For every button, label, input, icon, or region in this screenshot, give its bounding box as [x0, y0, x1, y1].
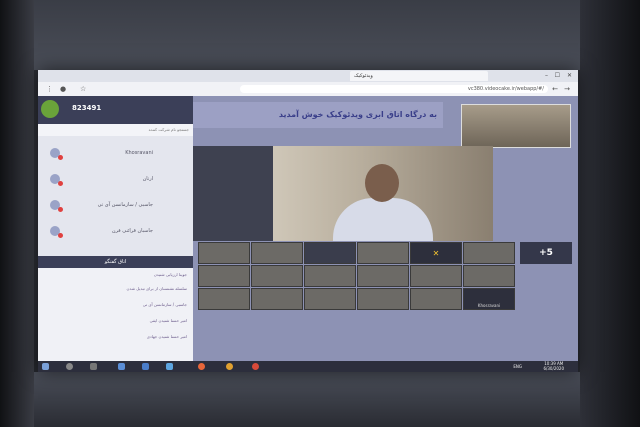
chat-panel: جوینا ارزیابی شنیدن سلسله نشنسنان از برا… [38, 268, 193, 361]
participants-sidebar: 823491 جستجو نام شرکت کننده Khosravani ا… [38, 96, 193, 361]
chat-message: امیر حسنا شنیدن جهادی [146, 334, 187, 339]
left-curtain [0, 0, 34, 427]
video-tile[interactable] [304, 242, 356, 264]
close-window-icon[interactable]: ✕ [567, 71, 572, 81]
video-area: به درگاه اتاق ابری ویدئوکیک خوش آمدید ✕ [193, 96, 578, 361]
video-tile[interactable] [410, 288, 462, 310]
video-tile[interactable] [463, 242, 515, 264]
windows-start-icon[interactable] [42, 363, 49, 370]
profile-icon[interactable]: ● [60, 85, 66, 93]
chat-message: جوینا ارزیابی شنیدن [153, 272, 187, 277]
video-tile[interactable] [357, 242, 409, 264]
speaker-head [365, 164, 399, 202]
chat-message: جاسبی / سازمانسن آی تی [142, 302, 187, 307]
right-curtain [580, 0, 640, 427]
video-tile[interactable] [463, 265, 515, 287]
browser-tab-bar: ✕ ☐ – ویدئوکیک [38, 70, 578, 82]
browser-tab[interactable]: ویدئوکیک [350, 71, 488, 81]
chat-message: امیر حسنا شنیدن ایفی [149, 318, 187, 323]
firefox-icon[interactable] [198, 363, 205, 370]
projected-screen: ✕ ☐ – ویدئوکیک → ← ⋮ ● ☆ vc380.videocake… [38, 70, 578, 372]
participant-video-grid: ✕ Khosravani [198, 242, 573, 312]
mic-off-icon [58, 181, 63, 186]
mail-icon[interactable] [166, 363, 173, 370]
star-icon[interactable]: ☆ [80, 85, 86, 93]
vlc-icon[interactable] [226, 363, 233, 370]
back-arrow-icon[interactable]: → [564, 85, 570, 93]
main-speaker-video[interactable] [273, 146, 493, 241]
room-wall [34, 0, 580, 70]
participant-name: جاسبی / سازمانسن آی تی [97, 202, 153, 208]
speaker-body [333, 198, 433, 241]
video-tile[interactable] [251, 288, 303, 310]
video-tile[interactable] [251, 242, 303, 264]
chrome-icon[interactable] [252, 363, 259, 370]
maximize-window-icon[interactable]: ☐ [555, 71, 560, 81]
edge-browser-icon[interactable] [118, 363, 125, 370]
address-bar: → ← ⋮ ● ☆ vc380.videocake.ir/webapp/#/ [38, 82, 578, 96]
video-tile[interactable] [198, 288, 250, 310]
participant-name: ارتان [142, 176, 153, 182]
minimize-window-icon[interactable]: – [545, 71, 548, 81]
url-field[interactable]: vc380.videocake.ir/webapp/#/ [240, 85, 548, 93]
more-participants-button[interactable]: +5 [520, 242, 572, 264]
windows-taskbar: ENG 10:39 AM 6/30/2020 [38, 361, 578, 372]
room-camera-thumbnail[interactable] [461, 104, 571, 148]
video-side-panel [193, 146, 273, 241]
forward-arrow-icon[interactable]: ← [552, 85, 558, 93]
video-tile[interactable] [198, 265, 250, 287]
participant-search-input[interactable]: جستجو نام شرکت کننده [38, 124, 193, 136]
camera-off-tile[interactable]: Khosravani [463, 288, 515, 310]
mic-off-icon [58, 207, 63, 212]
participant-item[interactable]: Khosravani [38, 144, 193, 166]
tab-title: ویدئوکیک [354, 73, 373, 79]
video-tile[interactable] [304, 288, 356, 310]
video-tile[interactable] [251, 265, 303, 287]
task-view-icon[interactable] [90, 363, 97, 370]
video-tile[interactable] [410, 265, 462, 287]
sidebar-header: 823491 [38, 96, 193, 124]
search-icon[interactable] [66, 363, 73, 370]
welcome-banner: به درگاه اتاق ابری ویدئوکیک خوش آمدید [193, 102, 443, 128]
participant-item[interactable]: جاسبی / سازمانسن آی تی [38, 196, 193, 218]
language-indicator[interactable]: ENG [513, 364, 522, 369]
participant-name: Khosravani [125, 150, 153, 156]
video-tile[interactable] [357, 265, 409, 287]
camera-off-icon[interactable]: ✕ [410, 242, 462, 264]
participant-item[interactable]: ارتان [38, 170, 193, 192]
chat-message: سلسله نشنسنان از برای تبدیل شدن [126, 286, 187, 291]
clock-date: 6/30/2020 [543, 366, 564, 371]
chat-header[interactable]: اتاق گفتگو [38, 256, 193, 268]
mic-off-icon [58, 233, 63, 238]
chat-title: اتاق گفتگو [104, 259, 127, 265]
video-tile[interactable] [304, 265, 356, 287]
system-clock[interactable]: 10:39 AM 6/30/2020 [543, 361, 564, 371]
participant-item[interactable]: جاسبان قرائنی فرن [38, 222, 193, 244]
ie-browser-icon[interactable] [142, 363, 149, 370]
video-tile[interactable] [357, 288, 409, 310]
mic-off-icon [58, 155, 63, 160]
room-floor [34, 372, 580, 427]
video-tile[interactable] [198, 242, 250, 264]
participant-name: جاسبان قرائنی فرن [111, 228, 153, 234]
menu-icon[interactable]: ⋮ [46, 85, 53, 93]
room-id: 823491 [72, 104, 102, 112]
videocake-logo [41, 100, 59, 118]
